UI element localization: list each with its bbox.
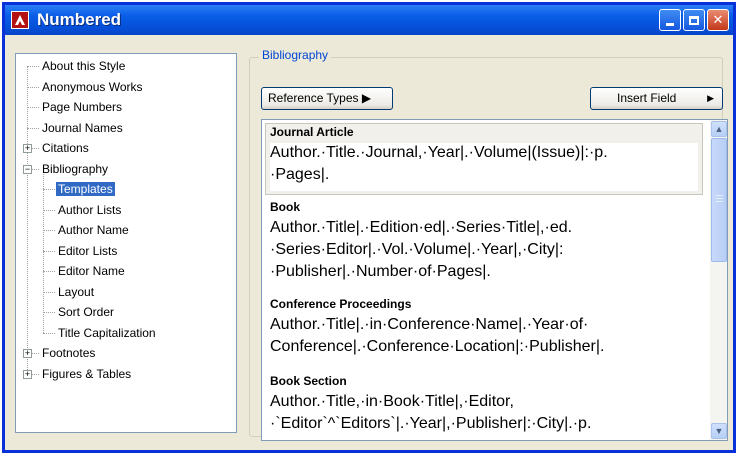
tree-connector: [27, 107, 39, 108]
expand-icon[interactable]: +: [23, 369, 32, 379]
tree-item-label: Layout: [58, 284, 95, 299]
entry-line: ·Series·Editor|.·Vol.·Volume|.·Year|,·Ci…: [270, 241, 564, 258]
insert-field-button[interactable]: Insert Field ▶: [590, 87, 723, 110]
expand-icon[interactable]: +: [23, 349, 32, 358]
tree-item-label: Sort Order: [58, 305, 115, 319]
maximize-icon: [689, 15, 699, 25]
tree-item[interactable]: Journal Names: [40, 119, 125, 137]
tree-connector: [27, 127, 39, 129]
tree-item-label: Editor Lists: [58, 243, 118, 258]
tree-connector: [43, 332, 55, 334]
tree-item[interactable]: Title Capitalization: [56, 324, 158, 342]
entry-line: ·Publisher|.·Number·of·Pages|.: [270, 263, 491, 280]
tree-item-label: Author Lists: [58, 202, 122, 217]
minimize-button[interactable]: [659, 9, 681, 31]
entry-heading: Book: [270, 200, 300, 214]
app-logo-icon: [11, 11, 29, 29]
tree-item-label: Anonymous Works: [42, 79, 143, 94]
tree-item[interactable]: Figures & Tables: [40, 365, 133, 383]
tree-connector: [27, 66, 28, 374]
entry-template[interactable]: Author.·Title|.·in·Conference·Name|.·Yea…: [270, 314, 702, 358]
entry-line: ·Pages|.: [270, 166, 330, 183]
entry-template[interactable]: Author.·Title|.·Edition·ed|.·Series·Titl…: [270, 217, 702, 283]
tree-item-label: Title Capitalization: [58, 325, 156, 340]
entry-line: Author.·Title,·in·Book·Title|,·Editor,: [270, 393, 514, 410]
tree-item-label: Templates: [56, 182, 115, 196]
tree-item[interactable]: Sort Order: [56, 303, 116, 321]
tree-connector: [43, 312, 55, 313]
insert-field-label: Insert Field: [617, 91, 677, 105]
scroll-down-button[interactable]: ▼: [711, 423, 727, 439]
entry-heading: Conference Proceedings: [270, 297, 412, 311]
style-tree[interactable]: About this Style Anonymous Works Page Numb…: [15, 53, 237, 433]
tree-connector: [27, 86, 39, 88]
tree-item-label: Page Numbers: [42, 100, 123, 114]
tree-item-label: Editor Name: [58, 264, 125, 278]
entry-line: Author.·Title.·Journal,·Year|.·Volume|(I…: [270, 144, 608, 161]
tree-item[interactable]: Author Lists: [56, 201, 123, 219]
tree-connector: [43, 209, 55, 211]
tree-connector: [43, 189, 55, 190]
entry-heading: Book Section: [270, 374, 347, 388]
tree-connector: [27, 66, 39, 67]
tree-item[interactable]: Anonymous Works: [40, 78, 144, 96]
arrow-right-icon: ▶: [707, 93, 714, 103]
tree-item[interactable]: Author Name: [56, 221, 131, 239]
tree-connector: [43, 291, 55, 293]
chevron-down-icon: ▼: [714, 426, 724, 436]
expand-icon[interactable]: +: [23, 144, 32, 153]
tree-connector: [43, 271, 55, 272]
reference-types-button[interactable]: Reference Types ▶: [261, 87, 393, 110]
reference-types-label: Reference Types ▶: [268, 91, 372, 105]
window-title: Numbered: [37, 10, 122, 29]
close-button[interactable]: ✕: [707, 9, 729, 31]
entry-line: ·`Editor`^`Editors`|.·Year|,·Publisher|:…: [270, 415, 592, 432]
tree-item[interactable]: Bibliography: [40, 160, 110, 178]
tree-item[interactable]: Page Numbers: [40, 98, 124, 116]
tree-item-label: Journal Names: [42, 120, 123, 135]
entry-template[interactable]: Author.·Title,·in·Book·Title|,·Editor, ·…: [270, 391, 702, 435]
tree-item[interactable]: Citations: [40, 139, 91, 157]
tree-item[interactable]: About this Style: [40, 57, 127, 75]
tree-item-label: Figures & Tables: [42, 366, 132, 381]
entry-line: Conference|.·Conference·Location|:·Publi…: [270, 338, 605, 355]
title-bar[interactable]: Numbered ✕: [5, 5, 733, 35]
scroll-thumb[interactable]: [711, 138, 727, 262]
tree-item-label: Bibliography: [42, 161, 109, 176]
close-icon: ✕: [712, 12, 724, 27]
entry-template[interactable]: Author.·Title.·Journal,·Year|.·Volume|(I…: [270, 142, 702, 186]
entry-line: Author.·Title|.·in·Conference·Name|.·Yea…: [270, 316, 589, 333]
entry-line: Author.·Title|.·Edition·ed|.·Series·Titl…: [270, 219, 573, 236]
tree-item-label: Footnotes: [42, 346, 96, 360]
tree-item[interactable]: Editor Name: [56, 262, 127, 280]
chevron-up-icon: ▲: [714, 124, 724, 134]
tree-connector: [43, 250, 55, 252]
tree-item-label: Author Name: [58, 223, 129, 237]
maximize-button[interactable]: [683, 9, 705, 31]
collapse-icon[interactable]: −: [23, 164, 32, 174]
tree-connector: [43, 230, 55, 231]
tree-item[interactable]: Footnotes: [40, 344, 97, 362]
minimize-icon: [666, 22, 674, 26]
entry-heading: Journal Article: [270, 125, 354, 139]
tree-item-label: Citations: [42, 141, 89, 155]
tree-connector: [43, 173, 44, 333]
group-label: Bibliography: [259, 48, 332, 62]
templates-editor[interactable]: Journal Article Author.·Title.·Journal,·…: [261, 119, 728, 441]
tree-item-label: About this Style: [42, 59, 126, 73]
tree-item[interactable]: Templates: [56, 180, 115, 198]
tree-item[interactable]: Layout: [56, 283, 96, 301]
style-editor-window: Numbered ✕ About this Style Anonymous Wor…: [2, 2, 736, 453]
tree-item[interactable]: Editor Lists: [56, 242, 119, 260]
vertical-scrollbar[interactable]: ▲ ▼: [710, 120, 727, 440]
scroll-up-button[interactable]: ▲: [711, 121, 727, 137]
